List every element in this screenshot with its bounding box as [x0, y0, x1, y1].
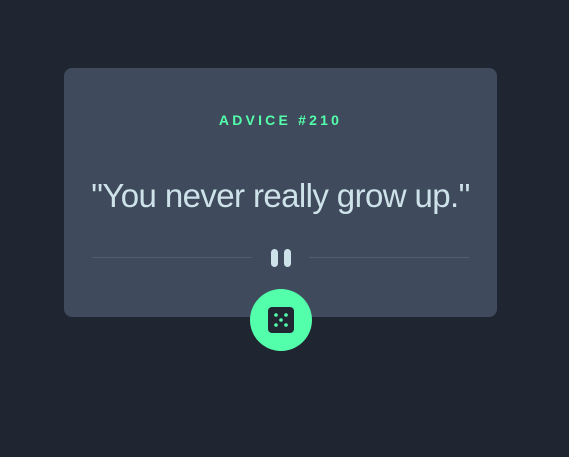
pause-bar-left	[270, 249, 278, 267]
pause-bar-right	[283, 249, 291, 267]
generate-advice-button[interactable]	[250, 289, 312, 351]
pause-icon	[268, 248, 294, 268]
divider-line-right	[309, 257, 469, 258]
dice-icon	[268, 307, 294, 333]
advice-quote: "You never really grow up."	[91, 177, 470, 214]
advice-number-label: ADVICE #210	[218, 112, 343, 128]
advice-card: ADVICE #210 "You never really grow up."	[64, 68, 497, 317]
divider-line-left	[92, 257, 252, 258]
divider	[92, 248, 469, 268]
